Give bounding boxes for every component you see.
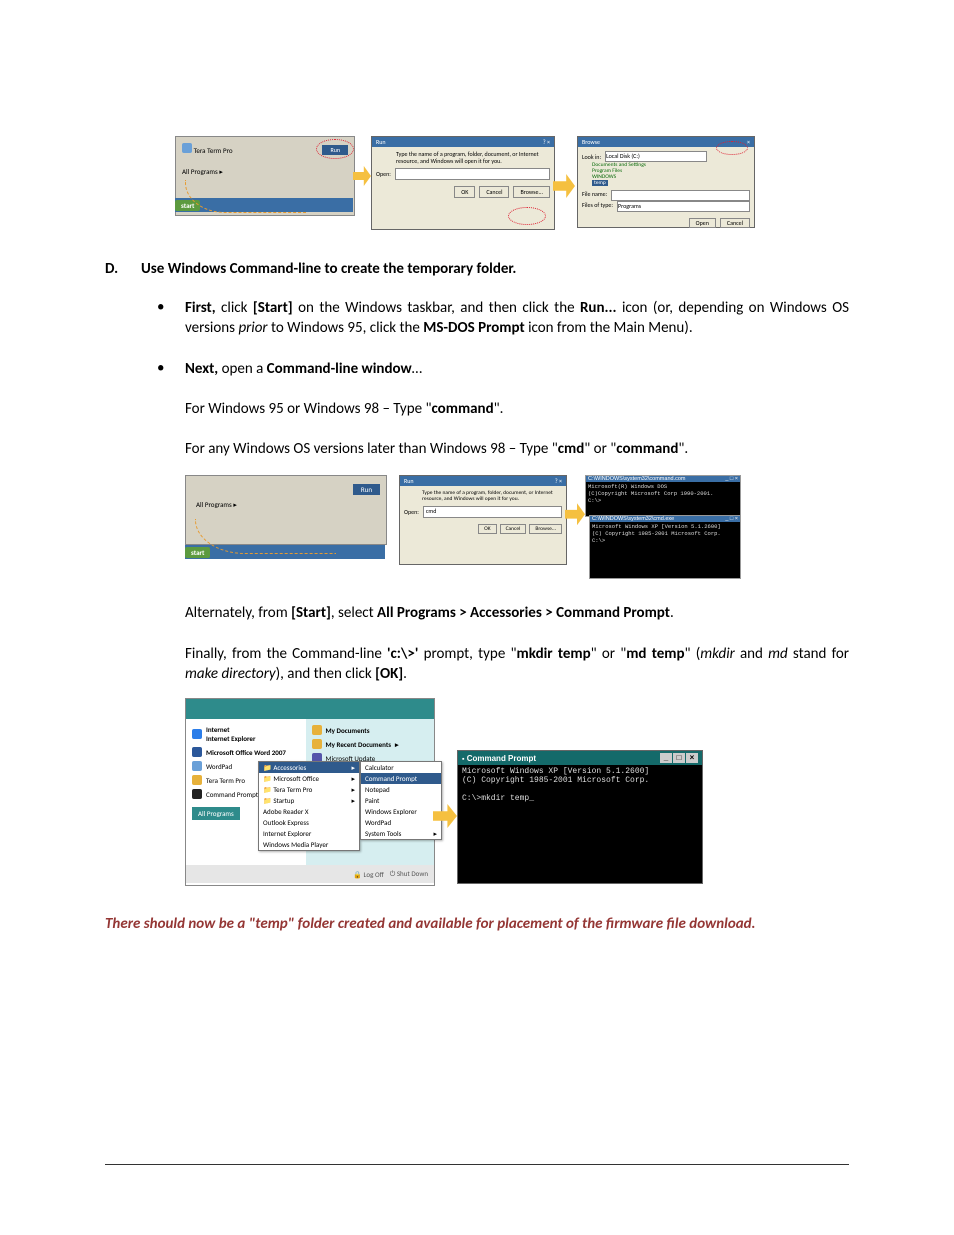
- figure-startmenu-cmdprompt: Internet Internet Explorer Microsoft Off…: [185, 698, 701, 892]
- fly-tera: 📁 Tera Term Pro▸: [259, 784, 359, 795]
- fig3-command-prompt: ▪ Command Prompt _□× Microsoft Windows X…: [457, 750, 703, 884]
- ok-button: OK: [454, 186, 475, 198]
- annotation-circle-icon: [508, 207, 546, 225]
- open-label: Open:: [376, 170, 391, 178]
- window-controls: ×: [747, 138, 750, 146]
- figure-start-run-browse: Tera Term Pro All Programs ▸ Run ● Log O…: [175, 136, 755, 246]
- browse-button: Browse...: [513, 186, 550, 198]
- folder-list: Documents and Settings Program Files WIN…: [582, 162, 750, 186]
- open-label2: Open:: [404, 508, 419, 516]
- menu-tera: Tera Term Pro: [182, 143, 233, 155]
- logoff-btn: 🔒 Log Off: [353, 870, 384, 879]
- fly2-paint: Paint: [361, 795, 441, 806]
- bullet-icon: •: [157, 298, 185, 339]
- menu-internet: Internet Internet Explorer: [192, 723, 300, 745]
- start-header-band: [186, 699, 434, 719]
- fly2-calc: Calculator: [361, 762, 441, 773]
- filename-label: File name:: [582, 190, 607, 201]
- open-field: [395, 168, 550, 180]
- fly-ie: Internet Explorer: [259, 828, 359, 839]
- lookin-field: Local Disk (C:): [605, 151, 707, 162]
- app-icon: [182, 143, 192, 153]
- menu-allprograms: All Programs ▸: [182, 167, 223, 176]
- subpara-finally: Finally, from the Command-line 'c:\>' pr…: [185, 644, 849, 685]
- lookin-label: Look in:: [582, 153, 601, 161]
- fly2-wexpl: Windows Explorer: [361, 806, 441, 817]
- fly-outlook: Outlook Express: [259, 817, 359, 828]
- all-programs-btn: All Programs: [192, 807, 240, 820]
- flyout-accessories: Calculator Command Prompt Notepad Paint …: [360, 761, 442, 840]
- open-button: Open: [689, 218, 716, 228]
- wordpad-icon: [192, 761, 202, 771]
- folder-icon: [312, 725, 322, 735]
- final-note: There should now be a "temp" folder crea…: [105, 914, 849, 934]
- run-title2: Run: [404, 477, 414, 485]
- filesoftype-label: Files of type:: [582, 201, 613, 212]
- window-controls: _□×: [659, 753, 698, 763]
- ok-button2: OK: [478, 524, 497, 534]
- cancel-button2: Cancel: [500, 524, 527, 534]
- section-d-heading: D. Use Windows Command-line to create th…: [105, 260, 849, 278]
- fly2-systools: System Tools▸: [361, 828, 441, 839]
- fly2-notepad: Notepad: [361, 784, 441, 795]
- fig3-start-menu: Internet Internet Explorer Microsoft Off…: [185, 698, 435, 886]
- fig1-browse-dialog: Browse × Look in: Local Disk (C:) Documen…: [577, 136, 755, 228]
- fly-accessories: 📁 Accessories▸: [259, 762, 359, 773]
- menu-recent: My Recent Documents ▸: [312, 737, 428, 751]
- bullet-next: • Next, open a Command-line window…: [157, 359, 849, 379]
- cancel-button: Cancel: [479, 186, 509, 198]
- fly-adobe: Adobe Reader X: [259, 806, 359, 817]
- fly2-wordpad: WordPad: [361, 817, 441, 828]
- filename-field: [611, 190, 750, 201]
- shutdown-btn: ⏻ Shut Down: [390, 869, 428, 879]
- arrow-icon: [553, 174, 575, 198]
- figure-run-cmd: All Programs ▸ Run start Run ? × Type the…: [185, 475, 741, 583]
- menu-run-highlight2: Run: [353, 484, 380, 495]
- section-heading-text: Use Windows Command-line to create the t…: [141, 260, 849, 278]
- bullet-icon: •: [157, 359, 185, 379]
- subpara-alternate: Alternately, from [Start], select All Pr…: [185, 603, 849, 623]
- annotation-arrow-curve: [185, 180, 306, 213]
- run-title: Run: [376, 138, 386, 146]
- start-bottom-bar: 🔒 Log Off ⏻ Shut Down: [186, 865, 434, 883]
- ie-icon: [192, 729, 202, 739]
- run-desc2: Type the name of a program, folder, docu…: [400, 486, 566, 504]
- browse-title: Browse: [582, 138, 600, 146]
- run-desc: Type the name of a program, folder, docu…: [372, 147, 554, 166]
- arrow-icon: [565, 503, 585, 525]
- bullet-first: • First, click [Start] on the Windows ta…: [157, 298, 849, 339]
- window-controls: ? ×: [555, 477, 562, 485]
- fig2-run-dialog: Run ? × Type the name of a program, folde…: [399, 475, 567, 565]
- annotation-circle-icon: [316, 139, 354, 159]
- arrow-icon: [353, 166, 371, 186]
- flyout-all-programs: 📁 Accessories▸ 📁 Microsoft Office▸ 📁 Ter…: [258, 761, 360, 851]
- open-field2: cmd: [423, 506, 562, 518]
- fig1-run-dialog: Run ? × Type the name of a program, folde…: [371, 136, 555, 230]
- fig2-terminal-cmd: C:\WINDOWS\system32\cmd.exe_ □ × Microso…: [589, 515, 741, 579]
- folder-icon: [312, 739, 322, 749]
- cancel2-button: Cancel: [720, 218, 750, 228]
- menu-word: Microsoft Office Word 2007: [192, 745, 300, 759]
- menu-allprograms2: All Programs ▸: [196, 500, 237, 509]
- footer-rule: [105, 1164, 849, 1165]
- fly-msoffice: 📁 Microsoft Office▸: [259, 773, 359, 784]
- subpara-later: For any Windows OS versions later than W…: [185, 439, 849, 459]
- fly-wmp: Windows Media Player: [259, 839, 359, 850]
- start-button2: start: [185, 547, 210, 558]
- fly-startup: 📁 Startup▸: [259, 795, 359, 806]
- window-controls: ? ×: [543, 138, 550, 146]
- word-icon: [192, 747, 202, 757]
- browse-button2: Browse...: [529, 524, 562, 534]
- section-letter: D.: [105, 260, 141, 278]
- tera-icon: [192, 775, 202, 785]
- menu-mydocs: My Documents: [312, 723, 428, 737]
- fly2-cmd: Command Prompt: [361, 773, 441, 784]
- filesoftype-field: Programs: [617, 201, 750, 212]
- annotation-circle-icon: [716, 141, 748, 155]
- document-page: Tera Term Pro All Programs ▸ Run ● Log O…: [0, 0, 954, 1235]
- fig2-terminal-dos: C:\WINDOWS\system32\command.com_ □ × Mic…: [585, 475, 741, 517]
- cmd-icon: [192, 789, 202, 799]
- subpara-win95: For Windows 95 or Windows 98 – Type "com…: [185, 399, 849, 419]
